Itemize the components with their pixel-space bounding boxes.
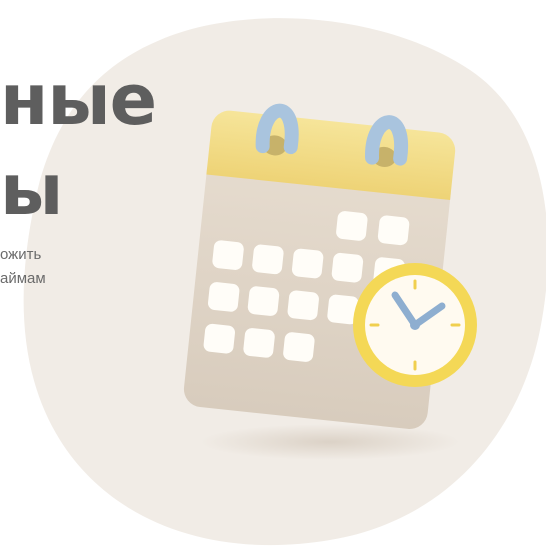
day-tile (203, 323, 235, 354)
day-tile (243, 328, 275, 358)
day-tile (377, 215, 410, 246)
hero-section: ные ы ожить аймам (0, 0, 546, 549)
day-tile (331, 252, 364, 283)
subtitle-line: ожить (0, 246, 42, 263)
day-tile (252, 244, 284, 275)
hero-subtitle: ожить аймам (0, 243, 46, 291)
day-tile (336, 211, 368, 241)
page-title: ные ы (0, 55, 157, 235)
title-line: ы (0, 149, 63, 231)
subtitle-line: аймам (0, 270, 46, 287)
clock-center (410, 320, 420, 330)
day-tile (291, 248, 324, 279)
clock (353, 263, 477, 387)
day-tile (287, 290, 319, 321)
day-tile (247, 286, 280, 316)
calendar-with-clock-icon (183, 103, 477, 460)
drop-shadow (200, 424, 460, 460)
day-tile (212, 240, 244, 270)
day-tile (208, 282, 240, 312)
day-tile (283, 332, 315, 362)
title-line: ные (0, 59, 157, 141)
